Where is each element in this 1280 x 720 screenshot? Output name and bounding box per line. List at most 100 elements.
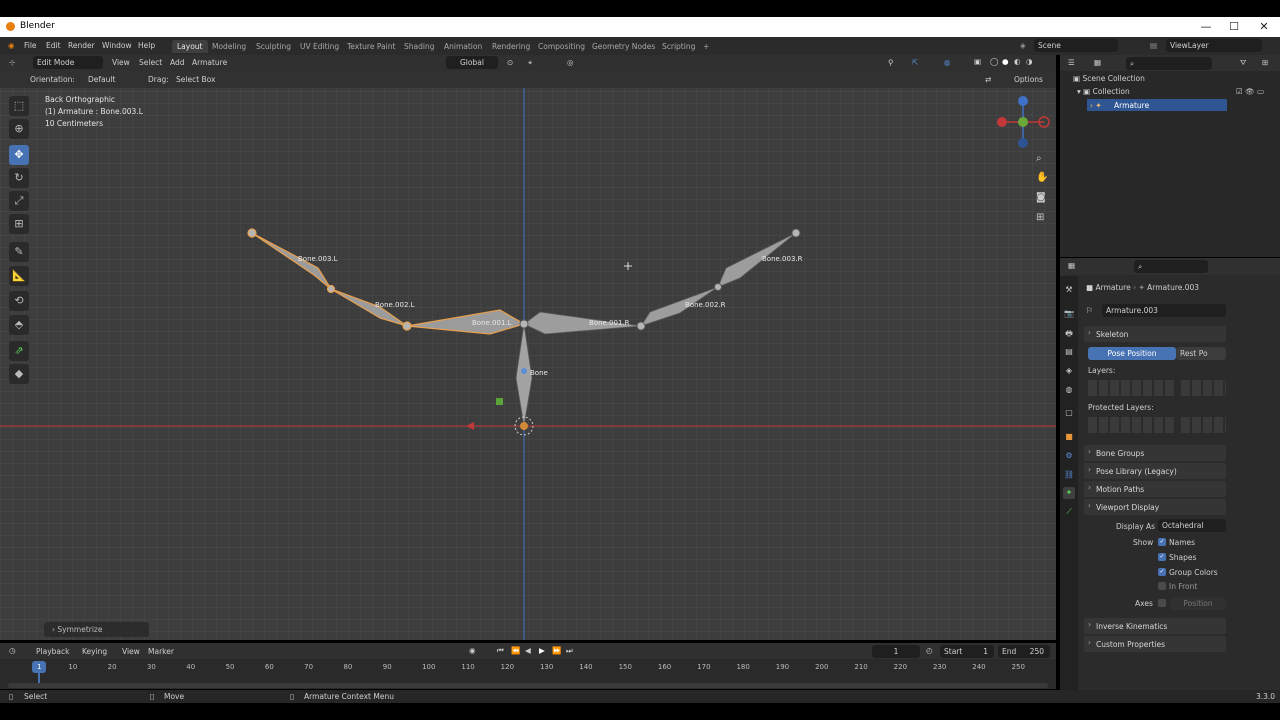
jump-keyframe-forward-icon[interactable]: ⏩ [552,646,561,655]
grid-view-icon[interactable]: ⊞ [1036,212,1044,223]
armature-canvas[interactable] [0,88,1056,640]
tab-animation[interactable]: Animation [439,40,487,53]
layers-grid-2[interactable] [1181,380,1226,396]
object-tab-icon[interactable]: ■ [1063,431,1075,443]
xray-toggle-icon[interactable]: ▣ [974,57,981,66]
snap-icon[interactable]: ⌖ [528,58,532,68]
protected-layers-grid[interactable] [1088,417,1174,433]
names-checkbox[interactable]: ✓ [1158,538,1166,546]
mode-selector[interactable]: Edit Mode [33,56,103,69]
tab-sculpting[interactable]: Sculpting [251,40,296,53]
pose-position-button[interactable]: Pose Position [1088,347,1176,360]
properties-editor-icon[interactable]: ▦ [1068,261,1075,270]
navigation-gizmo[interactable] [995,93,1051,149]
wireframe-shading-icon[interactable]: ◯ [990,57,998,66]
last-operator-panel[interactable]: › Symmetrize [44,622,149,637]
jump-start-icon[interactable]: ⏮ [497,646,504,656]
visibility-icon[interactable]: ⚲ [888,58,894,67]
solid-shading-icon[interactable]: ● [1002,57,1009,66]
material-shading-icon[interactable]: ◐ [1014,57,1021,66]
collection-row[interactable]: ▾ ▣ Collection [1077,87,1130,96]
outliner-search[interactable]: ⌕ [1126,57,1212,70]
constraints-tab-icon[interactable]: ⛓ [1063,469,1075,481]
tab-modeling[interactable]: Modeling [207,40,251,53]
inverse-kinematics-panel[interactable]: Inverse Kinematics [1084,618,1226,634]
group-colors-checkbox[interactable]: ✓ [1158,568,1166,576]
menu-help[interactable]: Help [138,41,155,50]
play-reverse-icon[interactable]: ◀ [525,646,531,655]
view-layer-field[interactable]: ViewLayer [1166,39,1262,52]
current-frame-field[interactable]: 1 [872,645,920,658]
timeline[interactable]: 1 10 20 30 40 50 60 70 80 90 100 110 120 130 140 150 160… [0,659,1056,689]
skeleton-panel[interactable]: Skeleton [1084,326,1226,342]
motion-paths-panel[interactable]: Motion Paths [1084,481,1226,497]
tab-geometry-nodes[interactable]: Geometry Nodes [587,40,660,53]
tool-settings-icon[interactable]: ⇄ [985,75,991,84]
menu-window[interactable]: Window [102,41,132,50]
orientation-dropdown[interactable]: Default [74,73,140,86]
close-button[interactable]: ✕ [1254,19,1274,35]
armature-data-tab-icon[interactable]: ✦ [1063,487,1075,499]
jump-keyframe-back-icon[interactable]: ⏪ [511,646,520,655]
pose-library-panel[interactable]: Pose Library (Legacy) [1084,463,1226,479]
end-frame-field[interactable]: End 250 [998,645,1050,658]
transform-orientation[interactable]: Global [446,56,498,69]
world-tab-icon[interactable]: ◍ [1063,384,1075,396]
add-workspace-button[interactable]: + [698,40,714,53]
new-collection-icon[interactable]: ⊞ [1262,58,1268,67]
gizmo-toggle-icon[interactable]: ⇱ [912,58,918,67]
bone-tab-icon[interactable]: ⟋ [1063,506,1075,518]
pan-hand-icon[interactable]: ✋ [1036,172,1048,183]
axes-checkbox[interactable] [1158,599,1166,607]
tab-uv-editing[interactable]: UV Editing [295,40,344,53]
camera-icon[interactable]: ◙ [1036,192,1046,203]
rendered-shading-icon[interactable]: ◑ [1026,57,1033,66]
proportional-edit-icon[interactable]: ◎ [567,58,574,67]
menu-edit[interactable]: Edit [46,41,61,50]
menu-keying[interactable]: Keying [82,647,107,656]
scene-collection-row[interactable]: ▣ Scene Collection [1073,74,1145,83]
shapes-checkbox[interactable]: ✓ [1158,553,1166,561]
pivot-point-icon[interactable]: ⊙ [507,58,513,67]
collection-visibility-icons[interactable]: ☑ 👁 ▭ [1236,87,1264,96]
zoom-icon[interactable]: ⌕ [1036,153,1042,164]
play-icon[interactable]: ▶ [539,646,545,655]
menu-view[interactable]: View [112,58,130,67]
protected-layers-grid-2[interactable] [1181,417,1226,433]
jump-end-icon[interactable]: ⏭ [566,646,573,656]
bone-groups-panel[interactable]: Bone Groups [1084,445,1226,461]
menu-marker[interactable]: Marker [148,647,174,656]
outliner-editor-icon[interactable]: ☰ [1068,58,1075,67]
properties-search[interactable]: ⌕ [1134,260,1208,273]
blender-menu-icon[interactable]: ◉ [8,41,15,50]
view-layer-tab-icon[interactable]: ▤ [1063,346,1075,358]
axes-position-field[interactable]: Position [1170,597,1226,610]
preview-range-icon[interactable]: ◴ [926,646,933,655]
menu-playback[interactable]: Playback [36,647,69,656]
rest-position-button[interactable]: Rest Po [1176,347,1226,360]
scene-tab-icon[interactable]: ◈ [1063,365,1075,377]
menu-select[interactable]: Select [139,58,162,67]
tab-compositing[interactable]: Compositing [533,40,590,53]
options-dropdown[interactable]: Options [1010,73,1052,86]
output-tab-icon[interactable]: 🖶 [1063,328,1075,340]
start-frame-field[interactable]: Start 1 [940,645,994,658]
tab-scripting[interactable]: Scripting [657,40,700,53]
drag-dropdown[interactable]: Select Box [172,73,222,86]
render-tab-icon[interactable]: 📷 [1063,308,1075,320]
modifiers-tab-icon[interactable]: ⚙ [1063,450,1075,462]
auto-keying-icon[interactable]: ◉ [469,646,476,655]
editor-type-icon[interactable]: ⊹ [9,58,15,67]
tab-layout[interactable]: Layout [172,40,208,53]
display-mode-icon[interactable]: ▦ [1094,58,1101,67]
filter-icon[interactable]: ⛛ [1240,58,1246,68]
maximize-button[interactable]: ☐ [1224,19,1244,35]
menu-file[interactable]: File [24,41,37,50]
timeline-editor-icon[interactable]: ◷ [9,646,16,655]
tab-texture-paint[interactable]: Texture Paint [342,40,400,53]
tool-tab-icon[interactable]: ⚒ [1063,284,1075,296]
viewport-display-panel[interactable]: Viewport Display [1084,499,1226,515]
menu-render[interactable]: Render [68,41,95,50]
menu-armature[interactable]: Armature [192,58,227,67]
minimize-button[interactable]: — [1196,19,1216,35]
